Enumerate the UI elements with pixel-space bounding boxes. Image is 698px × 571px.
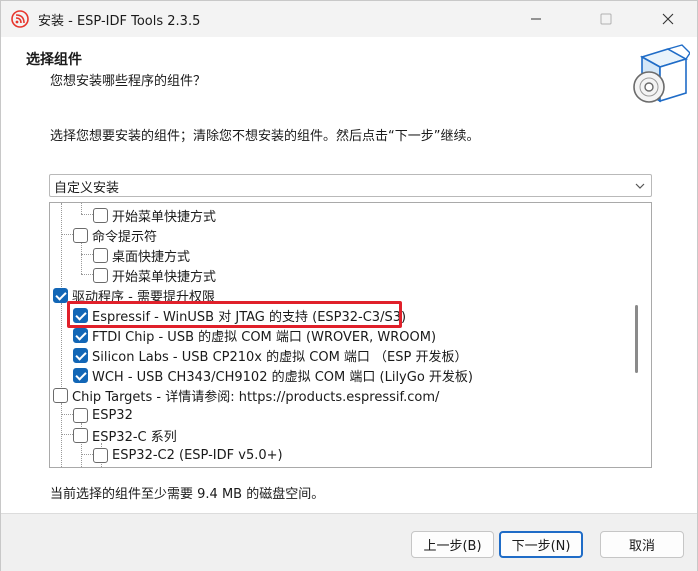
close-icon: [662, 13, 674, 25]
minimize-button[interactable]: [513, 1, 559, 37]
checkbox-checked[interactable]: [53, 287, 68, 303]
tree-item[interactable]: 命令提示符: [73, 225, 157, 245]
tree-item-label: Chip Targets - 详情请参阅: https://products.e…: [72, 389, 440, 405]
tree-item[interactable]: 开始菜单快捷方式: [93, 205, 216, 225]
tree-item-label: ESP32: [92, 407, 133, 423]
tree-item[interactable]: Silicon Labs - USB CP210x 的虚拟 COM 端口 （ES…: [73, 345, 467, 365]
tree-item[interactable]: 桌面快捷方式: [93, 245, 190, 265]
cancel-button[interactable]: 取消: [600, 531, 684, 558]
tree-item-label: 命令提示符: [92, 229, 158, 245]
page-subtitle: 您想安装哪些程序的组件？: [50, 74, 207, 89]
tree-item-label: ESP32-C2 (ESP-IDF v5.0+): [112, 447, 283, 463]
tree-connector: [61, 303, 62, 379]
tree-item-label: 开始菜单快捷方式: [112, 209, 217, 225]
maximize-icon: [600, 13, 612, 25]
tree-connector: [81, 203, 82, 214]
scrollbar-thumb[interactable]: [635, 305, 638, 373]
checkbox[interactable]: [93, 207, 108, 223]
tree-item-label: Silicon Labs - USB CP210x 的虚拟 COM 端口 （ES…: [92, 349, 468, 365]
checkbox-checked[interactable]: [73, 327, 88, 343]
tree-connector: [61, 403, 62, 467]
tree-item-label: ESP32-C 系列: [92, 429, 177, 445]
page-title: 选择组件: [26, 52, 82, 68]
tree-connector: [81, 274, 93, 275]
title-bar[interactable]: 安装 - ESP-IDF Tools 2.3.5: [1, 1, 697, 37]
checkbox[interactable]: [93, 267, 108, 283]
instruction-text: 选择您想要安装的组件；清除您不想安装的组件。然后点击“下一步”继续。: [50, 129, 480, 144]
checkbox-checked[interactable]: [73, 347, 88, 363]
tree-item-label: 桌面快捷方式: [112, 249, 191, 265]
maximize-button[interactable]: [583, 1, 629, 37]
tree-connector: [61, 434, 73, 435]
checkbox[interactable]: [73, 407, 88, 423]
tree-connector: [81, 454, 93, 455]
installer-window: 安装 - ESP-IDF Tools 2.3.5 选择组件 您想安装哪些程序的组…: [0, 0, 698, 571]
tree-item-label: 开始菜单快捷方式: [112, 269, 217, 285]
chevron-down-icon: [635, 183, 645, 189]
tree-connector: [81, 243, 82, 274]
tree-item[interactable]: 开始菜单快捷方式: [93, 265, 216, 285]
tree-item[interactable]: WCH - USB CH343/CH9102 的虚拟 COM 端口 (LilyG…: [73, 365, 473, 385]
close-button[interactable]: [645, 1, 691, 37]
checkbox-checked[interactable]: [73, 367, 88, 383]
back-button[interactable]: 上一步(B): [411, 531, 494, 558]
highlight-annotation-box: [67, 301, 402, 328]
checkbox[interactable]: [93, 447, 108, 463]
minimize-icon: [531, 18, 541, 20]
next-button[interactable]: 下一步(N): [499, 531, 583, 558]
checkbox[interactable]: [93, 247, 108, 263]
disk-space-text: 当前选择的组件至少需要 9.4 MB 的磁盘空间。: [50, 487, 325, 502]
espressif-logo-icon: [11, 10, 29, 28]
window-title: 安装 - ESP-IDF Tools 2.3.5: [38, 14, 201, 29]
wizard-header: 选择组件 您想安装哪些程序的组件？: [1, 37, 697, 109]
tree-item[interactable]: ESP32-C2 (ESP-IDF v5.0+): [93, 445, 283, 465]
tree-item[interactable]: FTDI Chip - USB 的虚拟 COM 端口 (WROVER, WROO…: [73, 325, 436, 345]
checkbox[interactable]: [73, 427, 88, 443]
tree-item[interactable]: ESP32-C 系列: [73, 425, 177, 445]
install-type-dropdown[interactable]: 自定义安装: [49, 174, 652, 197]
tree-item[interactable]: Chip Targets - 详情请参阅: https://products.e…: [53, 385, 439, 405]
tree-item-label: WCH - USB CH343/CH9102 的虚拟 COM 端口 (LilyG…: [92, 369, 473, 385]
checkbox[interactable]: [73, 227, 88, 243]
tree-connector: [61, 234, 73, 235]
tree-connector: [81, 254, 93, 255]
tree-connector: [81, 214, 93, 215]
component-tree[interactable]: 开始菜单快捷方式 命令提示符 桌面快捷方式 开始菜单快捷方式 驱动程序 - 需要…: [49, 202, 652, 468]
install-type-value: 自定义安装: [54, 181, 120, 196]
software-box-cd-icon: [633, 44, 690, 103]
tree-item[interactable]: ESP32: [73, 405, 133, 425]
tree-item-label: FTDI Chip - USB 的虚拟 COM 端口 (WROVER, WROO…: [92, 329, 437, 345]
tree-connector: [61, 414, 73, 415]
checkbox[interactable]: [53, 387, 68, 403]
tree-scrollbar[interactable]: [630, 203, 651, 467]
wizard-footer: 上一步(B) 下一步(N) 取消: [1, 513, 697, 571]
